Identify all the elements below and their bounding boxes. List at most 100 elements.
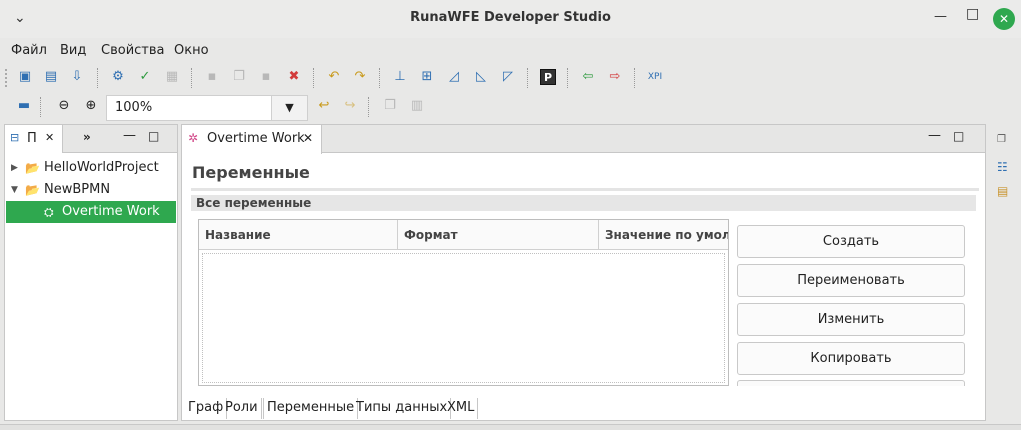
copy-graph-icon[interactable]: ◿	[446, 69, 462, 85]
close-window-button[interactable]: ✕	[993, 8, 1015, 30]
main-toolbar: ▣ ▤ ⇩ ⚙ ✓ ▦ ▪ ❐ ▪ ✖ ↶ ↷ ⊥ ⊞ ◿ ◺ ◸ P ⇦ ⇨ …	[0, 64, 1021, 92]
tree-item-label: HelloWorldProject	[44, 160, 159, 175]
restore-icon[interactable]: ❐	[997, 134, 1006, 145]
tree-item-newbpmn[interactable]: ▼ 📂 NewBPMN	[11, 179, 177, 201]
undo-icon[interactable]: ↶	[326, 69, 342, 85]
explorer-tab-label: П	[27, 131, 37, 146]
toolbar-separator	[191, 68, 192, 88]
properties-icon[interactable]: ▦	[164, 69, 180, 85]
toolbar-separator	[313, 68, 314, 88]
paste-graph-icon[interactable]: ◺	[473, 69, 489, 85]
save-all-icon[interactable]: ▪	[258, 69, 274, 85]
zoom-toolbar: ▬ ⊖ ⊕ 100% ▼ ↩ ↪ ❐ ▥	[0, 93, 1021, 121]
menu-properties[interactable]: Свойства	[101, 43, 165, 58]
folder-open-icon: 📂	[25, 183, 40, 197]
translate-icon[interactable]: ◸	[500, 69, 516, 85]
right-trim-bar: ❐ ☷ ▤	[990, 124, 1021, 421]
toolbar-separator	[368, 97, 369, 117]
table-body[interactable]	[202, 253, 725, 383]
minimize-panel-button[interactable]: —	[123, 128, 136, 143]
properties-view-icon[interactable]: ▤	[997, 184, 1008, 198]
redo-arrow-icon[interactable]: ↪	[342, 98, 358, 114]
toolbar-separator	[567, 68, 568, 88]
explorer-tree-icon: ⊟	[10, 131, 20, 144]
tab-xml[interactable]: XML	[444, 398, 479, 419]
process-diagram-icon: ✲	[188, 131, 199, 145]
save-as-icon[interactable]: ❐	[231, 69, 247, 85]
editor-tab-overtime-work[interactable]: ✲ Overtime Work ✕	[182, 125, 322, 154]
toolbar-grip-icon[interactable]	[5, 69, 8, 87]
menu-window[interactable]: Окно	[174, 43, 209, 58]
tab-overflow-icon[interactable]: »	[83, 130, 91, 144]
tab-roles[interactable]: Роли	[222, 398, 262, 419]
toolbar-separator	[379, 68, 380, 88]
new-project-icon[interactable]: ▣	[17, 69, 33, 85]
edit-button[interactable]: Изменить	[737, 303, 965, 336]
save-icon[interactable]: ▪	[204, 69, 220, 85]
minimize-window-button[interactable]: —	[934, 9, 947, 24]
expand-arrow-icon[interactable]: ▶	[11, 157, 18, 179]
column-header-name[interactable]: Название	[199, 220, 398, 250]
delete-icon[interactable]: ✖	[286, 69, 302, 85]
paste-icon[interactable]: ▥	[409, 98, 425, 114]
tree-item-overtime-work[interactable]: ⛭ Overtime Work	[6, 201, 176, 223]
variables-table[interactable]: Название Формат Значение по умолчанию	[198, 219, 729, 386]
maximize-editor-button[interactable]: □	[953, 129, 964, 143]
toolbar-separator	[97, 68, 98, 88]
close-icon[interactable]: ✕	[303, 131, 313, 145]
create-button[interactable]: Создать	[737, 225, 965, 258]
tab-graph[interactable]: Граф	[185, 398, 228, 419]
rename-button[interactable]: Переименовать	[737, 264, 965, 297]
process-icon: ⛭	[44, 205, 54, 219]
section-header: Все переменные	[191, 195, 976, 211]
editor-tab-label: Overtime Work	[207, 131, 305, 146]
maximize-window-button[interactable]: □	[966, 6, 979, 22]
zoom-combo[interactable]: 100% ▼	[106, 95, 308, 121]
explorer-tab[interactable]: ⊟ П ✕	[5, 125, 63, 153]
zoom-in-icon[interactable]: ⊕	[83, 98, 99, 114]
status-bar	[0, 424, 1021, 430]
editor-panel: ✲ Overtime Work ✕ — □ Переменные Все пер…	[181, 124, 986, 421]
p-icon[interactable]: P	[540, 69, 556, 85]
maximize-panel-button[interactable]: □	[148, 129, 159, 143]
window-title: RunaWFE Developer Studio	[410, 10, 611, 25]
tree-item-helloworldproject[interactable]: ▶ 📂 HelloWorldProject	[11, 157, 177, 179]
align-icon[interactable]: ⊥	[392, 69, 408, 85]
partial-button[interactable]	[737, 380, 965, 386]
copy-icon[interactable]: ❐	[382, 98, 398, 114]
page-title: Переменные	[192, 163, 310, 182]
copy-button[interactable]: Копировать	[737, 342, 965, 375]
xpi-icon[interactable]: XPI	[647, 69, 663, 85]
tab-data-types[interactable]: Типы данных	[353, 398, 452, 419]
explorer-tab-bar: ⊟ П ✕ » — □	[5, 125, 177, 153]
outline-icon[interactable]: ☷	[997, 160, 1008, 174]
undo-arrow-icon[interactable]: ↩	[316, 98, 332, 114]
redo-icon[interactable]: ↷	[352, 69, 368, 85]
export-process-icon[interactable]: ⇨	[607, 69, 623, 85]
column-header-format[interactable]: Формат	[398, 220, 599, 250]
editor-tab-bar: ✲ Overtime Work ✕ — □	[182, 125, 985, 154]
check-icon[interactable]: ✓	[137, 69, 153, 85]
export-icon[interactable]: ⚙	[110, 69, 126, 85]
project-explorer: ⊟ П ✕ » — □ ▶ 📂 HelloWorldProject ▼ 📂 Ne…	[4, 124, 178, 421]
folder-icon: 📂	[25, 161, 40, 175]
grip-icon[interactable]: ▬	[16, 98, 32, 114]
table-header: Название Формат Значение по умолчанию	[199, 220, 728, 250]
collapse-arrow-icon[interactable]: ▼	[11, 179, 18, 201]
menu-bar: Файл Вид Свойства Окно	[0, 38, 1021, 64]
menu-view[interactable]: Вид	[60, 43, 86, 58]
toolbar-separator	[40, 97, 41, 117]
zoom-value: 100%	[115, 100, 153, 115]
new-diagram-icon[interactable]: ▤	[43, 69, 59, 85]
menu-file[interactable]: Файл	[11, 43, 47, 58]
zoom-out-icon[interactable]: ⊖	[56, 98, 72, 114]
minimize-editor-button[interactable]: —	[928, 128, 941, 143]
title-bar: ⌄ RunaWFE Developer Studio — □ ✕	[0, 0, 1021, 38]
zoom-dropdown-button[interactable]: ▼	[271, 96, 307, 120]
column-header-default-value[interactable]: Значение по умолчанию	[599, 220, 728, 250]
close-icon[interactable]: ✕	[45, 131, 54, 144]
import-icon[interactable]: ⇩	[69, 69, 85, 85]
layout-icon[interactable]: ⊞	[419, 69, 435, 85]
tab-variables[interactable]: Переменные	[263, 398, 359, 419]
import-process-icon[interactable]: ⇦	[580, 69, 596, 85]
